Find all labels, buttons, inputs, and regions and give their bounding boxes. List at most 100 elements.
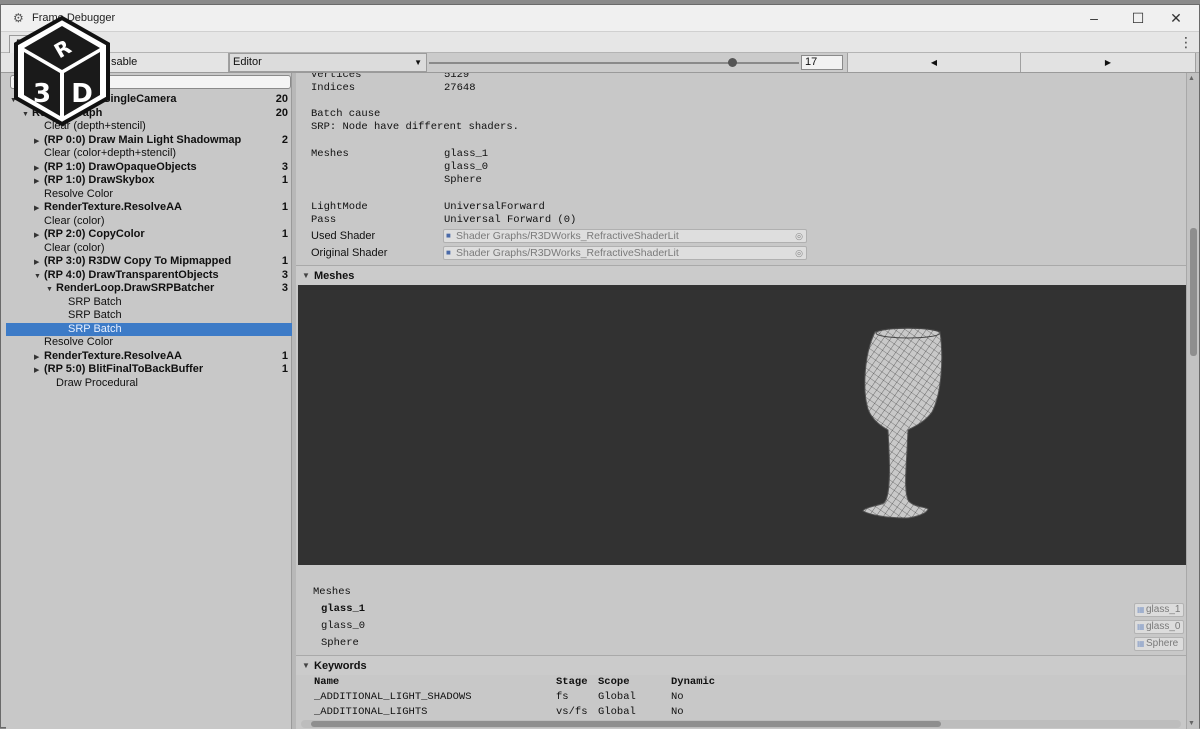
tree-item[interactable]: SRP Batch <box>6 309 292 323</box>
original-shader-value: Shader Graphs/R3DWorks_RefractiveShaderL… <box>456 247 679 259</box>
used-shader-label: Used Shader <box>311 230 376 242</box>
svg-text:3: 3 <box>33 79 51 109</box>
tree-item[interactable]: SRP Batch <box>6 322 292 336</box>
keywords-col-name: Name <box>314 676 340 688</box>
meshes-foldout-header[interactable]: ▼ Meshes <box>296 265 1186 285</box>
tree-item-label: SRP Batch <box>68 295 122 308</box>
tree-item-label: (RP 1:0) DrawOpaqueObjects <box>44 160 197 173</box>
collapsed-arrow-icon[interactable]: ▶ <box>34 256 44 270</box>
mesh-object-value: glass_1 <box>1146 604 1181 615</box>
collapsed-arrow-icon[interactable]: ▶ <box>34 351 44 365</box>
scroll-down-icon[interactable]: ▼ <box>1188 720 1195 727</box>
mesh-name: Sphere <box>444 174 482 186</box>
frame-slider[interactable] <box>429 53 799 72</box>
tree-item[interactable]: ▶ (RP 0:0) Draw Main Light Shadowmap 2 <box>6 134 292 148</box>
minimize-button[interactable]: – <box>1079 8 1109 29</box>
close-button[interactable]: ✕ <box>1161 8 1191 29</box>
tree-item[interactable]: ▶ (RP 5:0) BlitFinalToBackBuffer 1 <box>6 363 292 377</box>
object-picker-icon[interactable]: ◎ <box>795 230 803 242</box>
mesh-list-item[interactable]: Sphere <box>321 637 359 649</box>
mesh-object-field[interactable]: ▦ glass_0 <box>1134 620 1184 634</box>
mesh-preview-viewport[interactable] <box>298 285 1186 565</box>
r3d-logo: R 3 D <box>14 16 110 126</box>
tree-item[interactable]: Resolve Color <box>6 188 292 202</box>
tree-item[interactable]: ▶ (RP 1:0) DrawOpaqueObjects 3 <box>6 161 292 175</box>
tree-item[interactable]: ▶ (RP 2:0) CopyColor 1 <box>6 228 292 242</box>
frame-number-field[interactable]: 17 <box>801 55 843 70</box>
tree-item-count: 3 <box>281 282 288 294</box>
batch-cause-label: Batch cause <box>311 108 381 120</box>
mesh-list-item[interactable]: glass_0 <box>321 620 365 632</box>
object-picker-icon[interactable]: ◎ <box>795 247 803 259</box>
tree-item[interactable]: Clear (color) <box>6 242 292 256</box>
wine-glass-wireframe <box>862 327 943 519</box>
collapsed-arrow-icon[interactable]: ▶ <box>34 162 44 176</box>
tree-item[interactable]: Resolve Color <box>6 336 292 350</box>
shader-icon: ■ <box>446 231 451 240</box>
tree-item[interactable]: ▼ RenderLoop.DrawSRPBatcher 3 <box>6 282 292 296</box>
horizontal-scrollbar[interactable] <box>301 720 1181 728</box>
scrollbar-thumb[interactable] <box>1190 228 1197 356</box>
tree-item-label: (RP 0:0) Draw Main Light Shadowmap <box>44 133 242 146</box>
meshes-label: Meshes <box>311 148 349 160</box>
toolbar: sable Editor ▼ 17 ◀ ▶ <box>1 53 1199 73</box>
next-frame-button[interactable]: ▶ <box>1020 53 1196 72</box>
tree-item-label: RenderTexture.ResolveAA <box>44 349 182 362</box>
used-shader-field[interactable]: ■ Shader Graphs/R3DWorks_RefractiveShade… <box>443 229 807 243</box>
tree-item-count: 1 <box>281 349 288 362</box>
svg-text:D: D <box>71 79 93 109</box>
mesh-icon: ▦ <box>1137 639 1145 648</box>
tree-item-count: 20 <box>275 106 288 119</box>
keywords-col-stage: Stage <box>556 676 588 688</box>
tree-item[interactable]: Clear (color+depth+stencil) <box>6 147 292 161</box>
tree-item[interactable]: ▶ (RP 1:0) DrawSkybox 1 <box>6 174 292 188</box>
event-hierarchy-panel: ⚲ ▼Pipeline.RenderSingleCamera20▼RenderG… <box>6 73 292 729</box>
maximize-button[interactable]: ☐ <box>1123 8 1153 29</box>
tree-item-count: 1 <box>281 201 288 213</box>
tree-item-label: (RP 4:0) DrawTransparentObjects <box>44 268 219 281</box>
tree-item[interactable]: ▶ RenderTexture.ResolveAA 1 <box>6 201 292 215</box>
expanded-arrow-icon[interactable]: ▼ <box>34 270 44 284</box>
mesh-object-field[interactable]: ▦ Sphere <box>1134 637 1184 651</box>
previous-frame-button[interactable]: ◀ <box>847 53 1020 72</box>
tree-item-count: 1 <box>281 363 288 375</box>
details-panel: Vertices 5129 Indices 27648 Batch cause … <box>296 73 1186 729</box>
collapsed-arrow-icon[interactable]: ▶ <box>34 175 44 189</box>
original-shader-field[interactable]: ■ Shader Graphs/R3DWorks_RefractiveShade… <box>443 246 807 260</box>
keywords-col-dynamic: Dynamic <box>671 676 716 688</box>
pass-value: Universal Forward (0) <box>444 214 577 226</box>
used-shader-value: Shader Graphs/R3DWorks_RefractiveShaderL… <box>456 230 679 242</box>
indices-value: 27648 <box>444 82 476 94</box>
mesh-object-field[interactable]: ▦ glass_1 <box>1134 603 1184 617</box>
tree-item[interactable]: Draw Procedural <box>6 377 292 391</box>
meshes-list-label: Meshes <box>313 586 351 598</box>
collapsed-arrow-icon[interactable]: ▶ <box>34 364 44 378</box>
tree-item[interactable]: ▼ (RP 4:0) DrawTransparentObjects 3 <box>6 269 292 283</box>
tree-item[interactable]: Clear (color) <box>6 215 292 229</box>
expanded-arrow-icon[interactable]: ▼ <box>46 283 56 297</box>
tree-item-count: 3 <box>281 160 288 173</box>
batch-cause-value: SRP: Node have different shaders. <box>311 121 519 133</box>
slider-thumb[interactable] <box>728 58 738 67</box>
indices-label: Indices <box>311 82 356 94</box>
collapsed-arrow-icon[interactable]: ▶ <box>34 202 44 216</box>
tree-item[interactable]: SRP Batch <box>6 296 292 310</box>
scrollbar-thumb[interactable] <box>311 721 941 727</box>
mesh-name: glass_0 <box>444 161 489 173</box>
mesh-list-item[interactable]: glass_1 <box>321 603 365 615</box>
more-options-icon[interactable]: ⋮ <box>1179 34 1193 51</box>
keywords-foldout-title: Keywords <box>314 660 367 672</box>
event-tree: ▼Pipeline.RenderSingleCamera20▼RenderGra… <box>6 93 292 390</box>
keywords-foldout-header[interactable]: ▼ Keywords <box>296 655 1186 675</box>
collapsed-arrow-icon[interactable]: ▶ <box>34 135 44 149</box>
scroll-up-icon[interactable]: ▲ <box>1188 75 1195 82</box>
vertical-scrollbar[interactable]: ▲ ▼ <box>1186 73 1199 729</box>
tree-item[interactable]: ▶ (RP 3:0) R3DW Copy To Mipmapped 1 <box>6 255 292 269</box>
pass-label: Pass <box>311 214 337 226</box>
tree-item-label: (RP 1:0) DrawSkybox <box>44 174 155 186</box>
tree-item[interactable]: ▶ RenderTexture.ResolveAA 1 <box>6 350 292 364</box>
tree-item-label: (RP 3:0) R3DW Copy To Mipmapped <box>44 255 232 267</box>
collapsed-arrow-icon[interactable]: ▶ <box>34 229 44 243</box>
target-dropdown[interactable]: Editor ▼ <box>229 53 427 72</box>
tree-item-label: RenderLoop.DrawSRPBatcher <box>56 282 215 294</box>
